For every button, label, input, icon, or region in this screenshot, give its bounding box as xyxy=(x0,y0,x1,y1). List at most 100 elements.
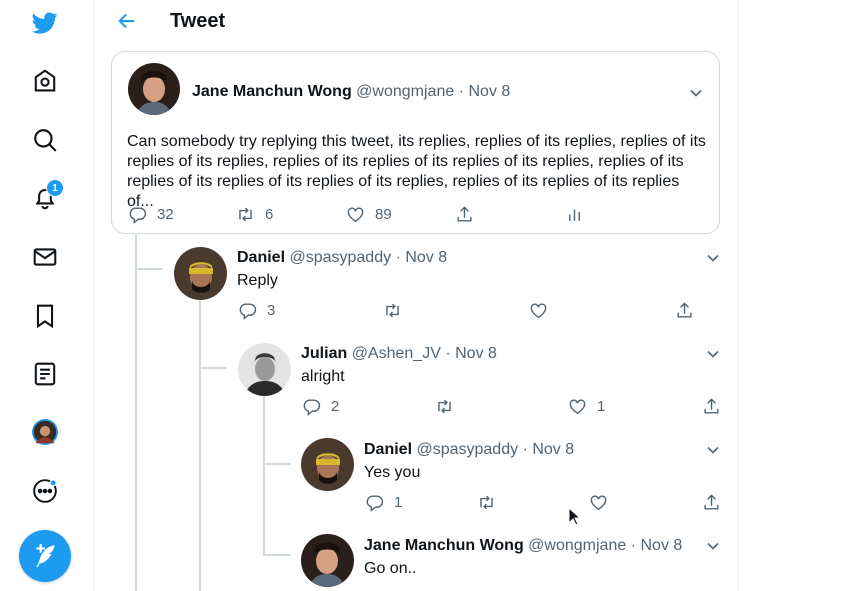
author-name[interactable]: Daniel xyxy=(364,441,412,458)
author-handle[interactable]: @spasypaddy xyxy=(289,249,391,266)
chevron-down-icon[interactable] xyxy=(706,347,720,361)
profile-avatar[interactable] xyxy=(30,417,60,447)
tweet-text: alright xyxy=(301,368,345,385)
thread-line xyxy=(199,367,227,369)
like-button[interactable] xyxy=(589,493,608,512)
heart-icon xyxy=(530,303,547,319)
avatar[interactable] xyxy=(301,438,354,491)
like-count: 1 xyxy=(597,398,606,415)
separator-dot: · xyxy=(395,249,401,266)
author-name[interactable]: Jane Manchun Wong xyxy=(364,537,524,554)
avatar[interactable] xyxy=(238,343,291,396)
retweet-icon xyxy=(386,303,399,318)
separator-dot: · xyxy=(630,537,637,554)
retweet-button[interactable] xyxy=(435,397,454,416)
author-name[interactable]: Daniel xyxy=(237,249,285,266)
heart-icon xyxy=(590,495,607,511)
like-button[interactable]: 1 xyxy=(568,397,605,416)
twitter-logo-icon[interactable] xyxy=(30,8,60,38)
analytics-button[interactable] xyxy=(565,205,584,224)
avatar[interactable] xyxy=(174,247,227,300)
home-icon[interactable] xyxy=(30,66,60,96)
author-name[interactable]: Julian xyxy=(301,345,347,362)
notifications-icon[interactable]: 1 xyxy=(30,179,64,213)
share-button[interactable] xyxy=(455,205,474,224)
notifications-badge: 1 xyxy=(46,179,64,197)
separator-dot: · xyxy=(522,441,528,458)
reply-count: 32 xyxy=(157,206,174,223)
retweet-count: 6 xyxy=(265,206,274,223)
separator-dot: · xyxy=(445,345,451,362)
reply-icon xyxy=(366,495,384,512)
more-icon[interactable] xyxy=(30,476,60,506)
author-name[interactable]: Jane Manchun Wong xyxy=(192,83,352,100)
tweet-date[interactable]: Nov 8 xyxy=(640,537,682,554)
author-handle[interactable]: @Ashen_JV xyxy=(352,345,441,362)
reply-icon xyxy=(239,303,257,320)
bookmarks-icon[interactable] xyxy=(30,301,60,331)
retweet-icon xyxy=(480,495,493,510)
feather-icon xyxy=(36,544,55,568)
tweet-text: Yes you xyxy=(364,464,421,481)
retweet-button[interactable]: 6 xyxy=(236,205,273,224)
page-title: Tweet xyxy=(170,10,226,32)
reply-button[interactable]: 2 xyxy=(302,397,339,416)
retweet-button[interactable] xyxy=(477,493,496,512)
author-handle[interactable]: @spasypaddy xyxy=(416,441,518,458)
avatar[interactable] xyxy=(128,63,180,115)
share-button[interactable] xyxy=(675,301,694,320)
mouse-cursor-icon xyxy=(568,507,582,526)
chevron-down-icon[interactable] xyxy=(706,251,720,265)
lists-icon[interactable] xyxy=(30,359,60,389)
like-button[interactable] xyxy=(529,301,548,320)
messages-icon[interactable] xyxy=(30,242,60,272)
thread-line xyxy=(135,268,163,270)
share-icon xyxy=(704,398,719,414)
sidebar: 1 xyxy=(0,0,92,591)
tweet-date[interactable]: Nov 8 xyxy=(405,249,447,266)
reply-count: 3 xyxy=(267,302,276,319)
tweet-text: Go on.. xyxy=(364,560,417,577)
retweet-icon xyxy=(438,399,451,414)
share-icon xyxy=(704,494,719,510)
tweet-date[interactable]: Nov 8 xyxy=(455,345,497,362)
back-arrow-icon[interactable] xyxy=(116,10,138,32)
separator-dot: · xyxy=(458,83,465,100)
share-button[interactable] xyxy=(702,397,721,416)
reply-icon xyxy=(303,399,321,416)
reply-button[interactable]: 1 xyxy=(365,493,402,512)
compose-tweet-button[interactable] xyxy=(19,530,71,582)
avatar[interactable] xyxy=(301,534,354,587)
tweet-date[interactable]: Nov 8 xyxy=(532,441,574,458)
like-button[interactable]: 89 xyxy=(346,205,392,224)
share-icon xyxy=(457,206,472,222)
main-column-divider xyxy=(738,0,739,591)
search-icon[interactable] xyxy=(30,125,60,155)
chevron-down-icon[interactable] xyxy=(689,86,703,100)
reply-icon xyxy=(129,207,147,224)
chevron-down-icon[interactable] xyxy=(706,443,720,457)
share-button[interactable] xyxy=(702,493,721,512)
retweet-button[interactable] xyxy=(383,301,402,320)
thread-line xyxy=(263,463,291,465)
heart-icon xyxy=(569,399,586,415)
chevron-down-icon[interactable] xyxy=(706,539,720,553)
author-handle[interactable]: @wongmjane xyxy=(356,83,454,100)
thread-line xyxy=(135,234,137,591)
analytics-icon xyxy=(569,209,580,221)
reply-count: 1 xyxy=(394,494,403,511)
sidebar-divider xyxy=(93,0,94,591)
share-icon xyxy=(677,302,692,318)
reply-button[interactable]: 3 xyxy=(238,301,275,320)
reply-button[interactable]: 32 xyxy=(128,205,174,224)
thread-line xyxy=(263,554,291,556)
tweet-date[interactable]: Nov 8 xyxy=(468,83,510,100)
retweet-icon xyxy=(239,207,252,222)
tweet-text: Can somebody try replying this tweet, it… xyxy=(127,133,706,210)
heart-icon xyxy=(347,207,364,223)
thread-line xyxy=(199,300,201,591)
author-handle[interactable]: @wongmjane xyxy=(528,537,626,554)
tweet-text: Reply xyxy=(237,272,278,289)
like-count: 89 xyxy=(375,206,392,223)
thread-line xyxy=(263,396,265,556)
